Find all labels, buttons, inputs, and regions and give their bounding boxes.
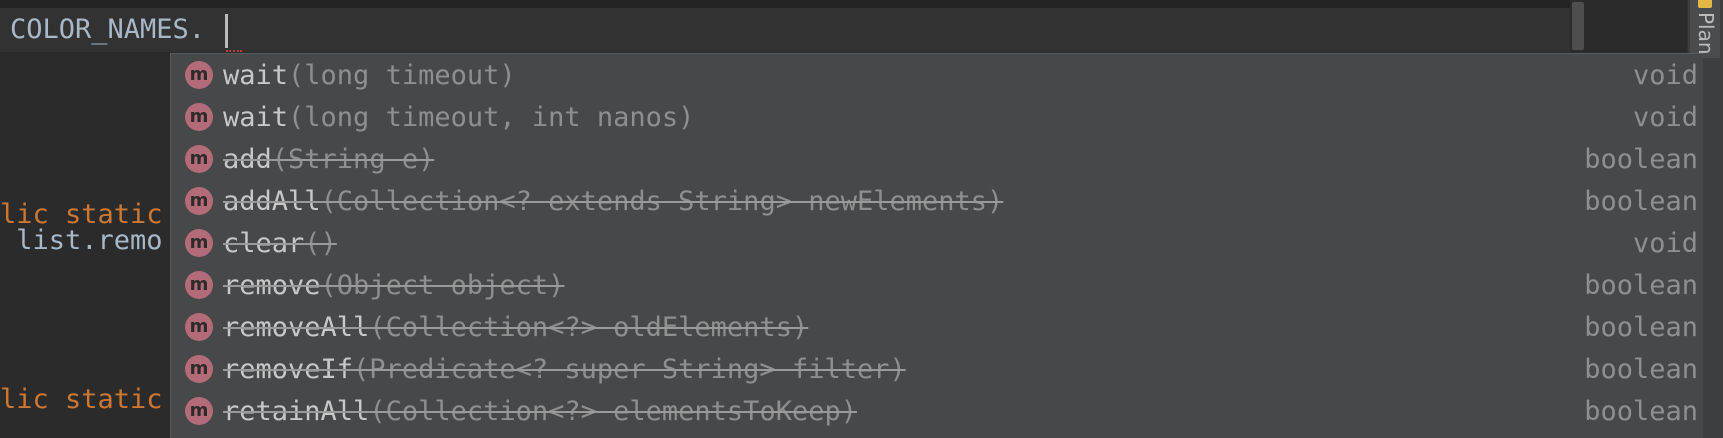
method-params: (Collection<? extends String> newElement…	[320, 185, 1004, 217]
completion-item[interactable]: m removeIf(Predicate<? super String> filt…	[171, 348, 1703, 390]
method-icon: m	[185, 61, 213, 89]
method-name: retainAll	[223, 395, 370, 427]
completion-item[interactable]: m retainAll(Collection<?> elementsToKeep)…	[171, 390, 1703, 432]
return-type: boolean	[1584, 311, 1698, 343]
method-name: clear	[223, 227, 305, 259]
method-signature: clear()	[223, 228, 337, 259]
completion-item[interactable]: m clear() void	[171, 222, 1703, 264]
method-name: removeAll	[223, 311, 370, 343]
return-type: void	[1632, 227, 1698, 259]
method-signature: removeAll(Collection<?> oldElements)	[223, 312, 808, 343]
method-name: remove	[223, 269, 321, 301]
return-type: boolean	[1584, 353, 1698, 385]
code-line[interactable]: list.remo	[0, 219, 162, 263]
current-code-line[interactable]: COLOR_NAMES.	[10, 8, 205, 52]
method-icon: m	[185, 229, 213, 257]
method-icon: m	[185, 397, 213, 425]
method-signature: addAll(Collection<? extends String> newE…	[223, 186, 1003, 217]
completion-item[interactable]: m remove(Object object) boolean	[171, 264, 1703, 306]
code-line-keyword[interactable]: lic static	[0, 378, 163, 422]
method-icon: m	[185, 145, 213, 173]
method-icon: m	[185, 187, 213, 215]
method-params: (Predicate<? super String> filter)	[353, 353, 906, 385]
method-name: wait	[223, 59, 289, 91]
error-squiggle	[226, 44, 242, 52]
method-signature: retainAll(Collection<?> elementsToKeep)	[223, 396, 857, 427]
completion-item[interactable]: m wait(long timeout, int nanos) void	[171, 96, 1703, 138]
method-params: (Collection<?> oldElements)	[369, 311, 809, 343]
method-name: addAll	[223, 185, 321, 217]
completion-item[interactable]: m removeAll(Collection<?> oldElements) boo…	[171, 306, 1703, 348]
method-signature: remove(Object object)	[223, 270, 564, 301]
editor-scrollbar-thumb[interactable]	[1572, 2, 1584, 50]
method-icon: m	[185, 355, 213, 383]
method-params: (Object object)	[320, 269, 565, 301]
method-icon: m	[185, 103, 213, 131]
return-type: boolean	[1584, 269, 1698, 301]
method-signature: add(String e)	[223, 144, 434, 175]
method-icon: m	[185, 313, 213, 341]
method-signature: wait(long timeout)	[223, 60, 516, 91]
method-params: ()	[304, 227, 337, 259]
text-caret	[225, 14, 228, 48]
method-name: removeIf	[223, 353, 354, 385]
completion-item[interactable]: m add(String e) boolean	[171, 138, 1703, 180]
method-signature: wait(long timeout, int nanos)	[223, 102, 694, 133]
return-type: void	[1632, 101, 1698, 133]
method-params: (long timeout, int nanos)	[288, 101, 695, 133]
method-params: (long timeout)	[288, 59, 516, 91]
return-type: void	[1632, 59, 1698, 91]
plan-icon	[1698, 0, 1712, 8]
editor-top-strip	[0, 0, 1723, 8]
plan-tab-label: Plan	[1694, 12, 1718, 55]
return-type: boolean	[1584, 395, 1698, 427]
completion-popup: m wait(long timeout) void m wait(long timeou…	[170, 53, 1703, 438]
completion-item[interactable]: m addAll(Collection<? extends String> new…	[171, 180, 1703, 222]
method-name: add	[223, 143, 272, 175]
method-params: (String e)	[271, 143, 435, 175]
completion-item[interactable]: m wait(long timeout) void	[171, 54, 1703, 96]
method-icon: m	[185, 271, 213, 299]
method-name: wait	[223, 101, 289, 133]
method-signature: removeIf(Predicate<? super String> filte…	[223, 354, 906, 385]
return-type: boolean	[1584, 185, 1698, 217]
method-params: (Collection<?> elementsToKeep)	[369, 395, 857, 427]
return-type: boolean	[1584, 143, 1698, 175]
